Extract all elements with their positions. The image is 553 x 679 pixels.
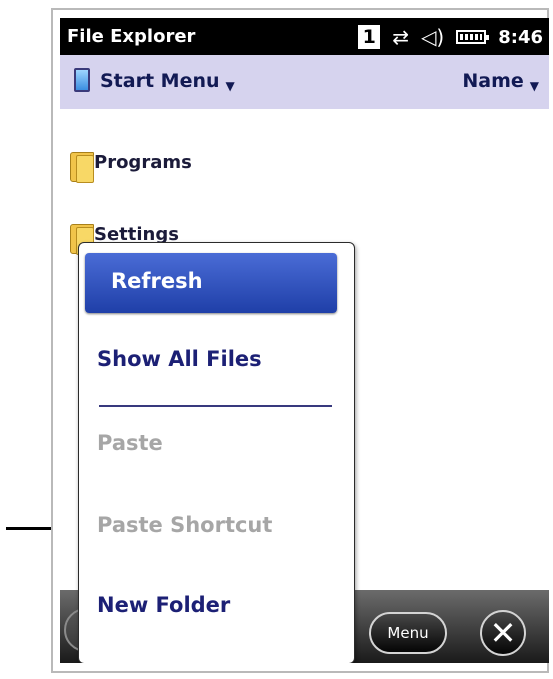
device-icon bbox=[74, 68, 90, 92]
status-area: 1 ⇄ ◁) 8:46 bbox=[358, 24, 543, 50]
notification-badge: 1 bbox=[358, 25, 381, 49]
chevron-down-icon: ▼ bbox=[225, 79, 235, 93]
app-title: File Explorer bbox=[67, 26, 196, 47]
location-label: Start Menu bbox=[100, 70, 220, 92]
location-dropdown[interactable]: Start Menu ▼ bbox=[100, 70, 235, 93]
file-item-programs[interactable]: Programs bbox=[60, 146, 549, 186]
menu-item-new-folder[interactable]: New Folder bbox=[97, 593, 230, 617]
menu-item-refresh[interactable]: Refresh bbox=[85, 253, 337, 313]
menu-item-label: Refresh bbox=[111, 269, 203, 293]
menu-item-show-all-files[interactable]: Show All Files bbox=[97, 347, 262, 371]
menu-item-paste[interactable]: Paste bbox=[97, 431, 163, 455]
path-bar: Start Menu ▼ Name ▼ bbox=[60, 55, 549, 109]
chevron-down-icon: ▼ bbox=[529, 79, 539, 93]
connectivity-icon: ⇄ bbox=[392, 25, 410, 49]
menu-button[interactable]: Menu bbox=[369, 612, 447, 654]
file-name: Programs bbox=[94, 152, 192, 173]
battery-icon bbox=[456, 30, 490, 44]
context-menu: Refresh Show All Files Paste Paste Short… bbox=[78, 242, 355, 663]
menu-divider bbox=[99, 405, 332, 407]
speaker-icon: ◁) bbox=[421, 25, 445, 49]
menu-item-paste-shortcut[interactable]: Paste Shortcut bbox=[97, 513, 272, 537]
sort-label: Name bbox=[462, 70, 524, 92]
sort-dropdown[interactable]: Name ▼ bbox=[462, 70, 539, 93]
title-bar: File Explorer 1 ⇄ ◁) 8:46 bbox=[60, 18, 549, 55]
clock: 8:46 bbox=[498, 26, 543, 48]
folder-icon bbox=[70, 152, 96, 183]
device-screen: File Explorer 1 ⇄ ◁) 8:46 Start Menu ▼ Na… bbox=[60, 18, 549, 663]
close-icon: ✕ bbox=[489, 614, 517, 652]
close-button[interactable]: ✕ bbox=[480, 610, 526, 656]
